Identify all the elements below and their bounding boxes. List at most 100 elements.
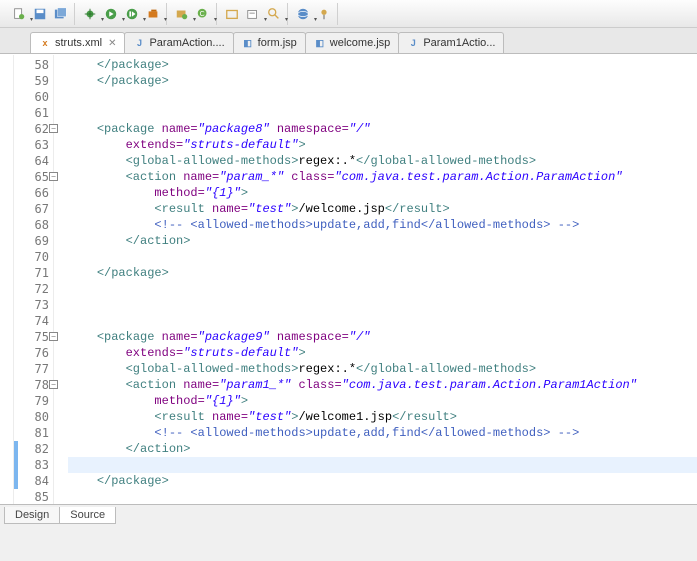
code-line[interactable]: extends="struts-default"> (68, 137, 697, 153)
source-tab[interactable]: Source (59, 507, 116, 524)
code-line[interactable]: </package> (68, 473, 697, 489)
debug-button[interactable] (80, 4, 100, 24)
browser-button[interactable] (293, 4, 313, 24)
code-line[interactable] (68, 313, 697, 329)
pin-button[interactable] (314, 4, 334, 24)
save-button[interactable] (30, 4, 50, 24)
line-number[interactable]: 78− (14, 377, 49, 393)
code-line[interactable] (68, 281, 697, 297)
new-class-button[interactable]: C (193, 4, 213, 24)
code-line[interactable] (68, 89, 697, 105)
code-line[interactable] (68, 105, 697, 121)
code-area[interactable]: </package> </package> <package name="pac… (54, 55, 697, 504)
open-type-button[interactable] (222, 4, 242, 24)
line-number[interactable]: 79 (14, 393, 49, 409)
code-line[interactable]: <result name="test">/welcome.jsp</result… (68, 201, 697, 217)
code-line[interactable] (68, 457, 697, 473)
line-number[interactable]: 64 (14, 153, 49, 169)
jsp-file-icon: ◧ (242, 37, 254, 49)
code-line[interactable]: <package name="package9" namespace="/" (68, 329, 697, 345)
line-number[interactable]: 77 (14, 361, 49, 377)
svg-text:C: C (200, 10, 205, 17)
run-button[interactable] (101, 4, 121, 24)
code-line[interactable]: </action> (68, 233, 697, 249)
code-line[interactable] (68, 297, 697, 313)
code-line[interactable]: method="{1}"> (68, 393, 697, 409)
line-number[interactable]: 73 (14, 297, 49, 313)
change-marker (14, 457, 18, 473)
line-number[interactable]: 72 (14, 281, 49, 297)
editor-tab[interactable]: xstruts.xml✕ (30, 32, 125, 53)
line-number[interactable]: 81 (14, 425, 49, 441)
save-all-button[interactable] (51, 4, 71, 24)
line-number[interactable]: 70 (14, 249, 49, 265)
fold-toggle-icon[interactable]: − (49, 332, 58, 341)
code-line[interactable]: method="{1}"> (68, 185, 697, 201)
code-line[interactable]: <action name="param_*" class="com.java.t… (68, 169, 697, 185)
code-line[interactable]: <global-allowed-methods>regex:.*</global… (68, 361, 697, 377)
code-line[interactable] (68, 249, 697, 265)
change-marker (14, 441, 18, 457)
design-tab[interactable]: Design (4, 507, 60, 524)
line-number[interactable]: 58 (14, 57, 49, 73)
java-file-icon: J (407, 37, 419, 49)
line-number[interactable]: 75− (14, 329, 49, 345)
code-line[interactable]: <!-- <allowed-methods>update,add,find</a… (68, 217, 697, 233)
code-line[interactable] (68, 489, 697, 504)
code-line[interactable]: <package name="package8" namespace="/" (68, 121, 697, 137)
editor-area: 5859606162−636465−66676869707172737475−7… (0, 54, 697, 504)
code-line[interactable]: <result name="test">/welcome1.jsp</resul… (68, 409, 697, 425)
fold-toggle-icon[interactable]: − (49, 124, 58, 133)
line-number[interactable]: 80 (14, 409, 49, 425)
overview-ruler (0, 55, 14, 504)
code-line[interactable]: <global-allowed-methods>regex:.*</global… (68, 153, 697, 169)
line-number[interactable]: 74 (14, 313, 49, 329)
run-last-button[interactable] (122, 4, 142, 24)
close-icon[interactable]: ✕ (108, 38, 116, 49)
line-number[interactable]: 59 (14, 73, 49, 89)
line-number[interactable]: 85 (14, 489, 49, 505)
line-number[interactable]: 82 (14, 441, 49, 457)
code-line[interactable]: <!-- <allowed-methods>update,add,find</a… (68, 425, 697, 441)
line-number[interactable]: 61 (14, 105, 49, 121)
new-package-button[interactable] (172, 4, 192, 24)
code-line[interactable]: </action> (68, 441, 697, 457)
tab-label: ParamAction.... (149, 37, 224, 49)
search-button[interactable] (264, 4, 284, 24)
fold-toggle-icon[interactable]: − (49, 172, 58, 181)
line-number[interactable]: 67 (14, 201, 49, 217)
main-toolbar: C (0, 0, 697, 28)
jsp-file-icon: ◧ (314, 37, 326, 49)
line-number[interactable]: 63 (14, 137, 49, 153)
code-line[interactable]: </package> (68, 57, 697, 73)
line-number[interactable]: 68 (14, 217, 49, 233)
code-line[interactable]: <action name="param1_*" class="com.java.… (68, 377, 697, 393)
line-number[interactable]: 71 (14, 265, 49, 281)
line-number[interactable]: 83 (14, 457, 49, 473)
line-gutter[interactable]: 5859606162−636465−66676869707172737475−7… (14, 55, 54, 504)
editor-tabbar: xstruts.xml✕ J ParamAction.... ◧ form.jsp ◧ we… (0, 28, 697, 54)
line-number[interactable]: 62− (14, 121, 49, 137)
line-number[interactable]: 66 (14, 185, 49, 201)
line-number[interactable]: 60 (14, 89, 49, 105)
editor-tab[interactable]: J ParamAction.... (124, 32, 233, 53)
tab-label: Param1Actio... (423, 37, 495, 49)
open-task-button[interactable] (243, 4, 263, 24)
editor-tab[interactable]: ◧ form.jsp (233, 32, 306, 53)
tab-label: welcome.jsp (330, 37, 391, 49)
new-button[interactable] (9, 4, 29, 24)
editor-tab[interactable]: J Param1Actio... (398, 32, 504, 53)
line-number[interactable]: 76 (14, 345, 49, 361)
code-line[interactable]: </package> (68, 73, 697, 89)
external-tools-button[interactable] (143, 4, 163, 24)
tab-label: form.jsp (258, 37, 297, 49)
editor-tab[interactable]: ◧ welcome.jsp (305, 32, 400, 53)
line-number[interactable]: 65− (14, 169, 49, 185)
line-number[interactable]: 69 (14, 233, 49, 249)
editor-bottom-tabs: Design Source (0, 504, 697, 526)
fold-toggle-icon[interactable]: − (49, 380, 58, 389)
java-file-icon: J (133, 37, 145, 49)
code-line[interactable]: </package> (68, 265, 697, 281)
line-number[interactable]: 84 (14, 473, 49, 489)
code-line[interactable]: extends="struts-default"> (68, 345, 697, 361)
